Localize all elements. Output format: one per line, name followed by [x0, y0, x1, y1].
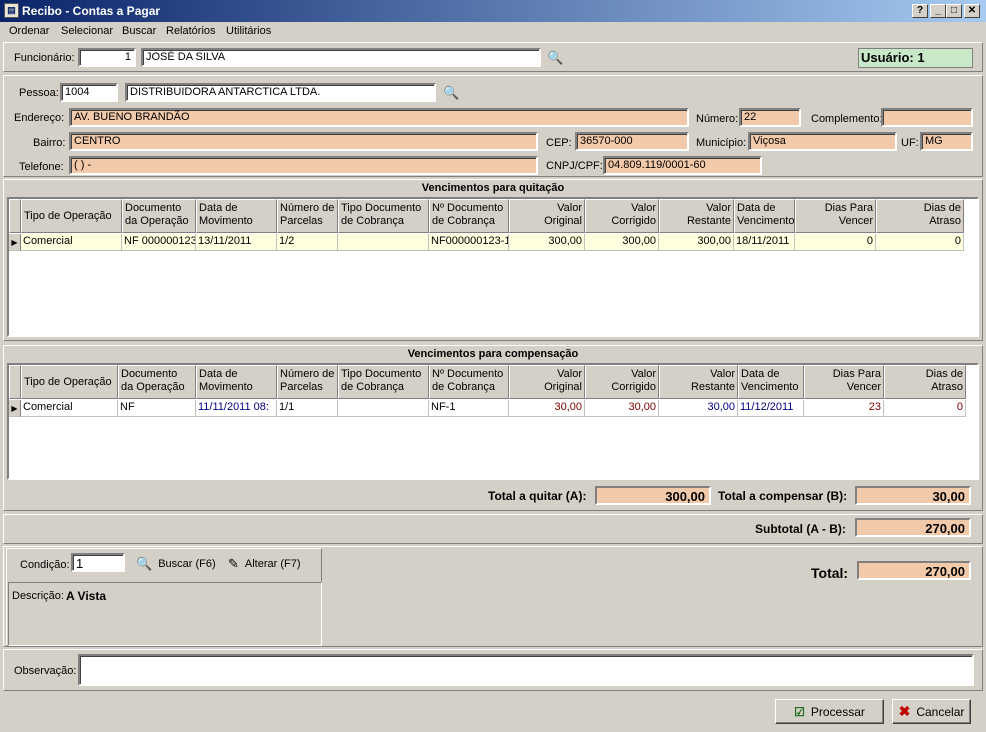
- edit-icon: ✎: [228, 556, 239, 571]
- subtotal-field: 270,00: [855, 518, 971, 537]
- col-valor-original[interactable]: Valor Original: [509, 365, 585, 399]
- observacao-label: Observação:: [14, 665, 77, 677]
- total-label: Total:: [811, 565, 849, 581]
- checklist-icon: ☑: [794, 704, 805, 719]
- quitacao-title: Vencimentos para quitação: [421, 182, 565, 194]
- cnpj-field: 04.809.119/0001-60: [603, 156, 762, 175]
- row-indicator-icon: ▶: [9, 400, 21, 417]
- col-tipo-operacao[interactable]: Tipo de Operação: [21, 199, 122, 233]
- col-tipo-documento[interactable]: Tipo Documento de Cobrança: [338, 365, 429, 399]
- col-tipo-documento[interactable]: Tipo Documento de Cobrança: [338, 199, 429, 233]
- col-valor-corrigido[interactable]: Valor Corrigido: [585, 365, 659, 399]
- col-valor-restante[interactable]: Valor Restante: [659, 365, 738, 399]
- col-dias-vencer[interactable]: Dias Para Vencer: [804, 365, 884, 399]
- menu-relatorios[interactable]: Relatórios: [166, 25, 216, 37]
- pessoa-label: Pessoa:: [19, 87, 59, 99]
- endereco-label: Endereço:: [14, 112, 65, 124]
- col-numero-parcelas[interactable]: Número de Parcelas: [277, 365, 338, 399]
- total-compensar-label: Total a compensar (B):: [718, 489, 848, 503]
- funcionario-label: Funcionário:: [14, 52, 75, 64]
- table-row[interactable]: ▶ Comercial NF 000000123 13/11/2011 1/2 …: [9, 234, 964, 251]
- alterar-button[interactable]: ✎ Alterar (F7): [228, 556, 301, 572]
- municipio-field: Viçosa: [748, 132, 897, 151]
- numero-field: 22: [739, 108, 801, 127]
- cnpj-label: CNPJ/CPF:: [546, 160, 603, 172]
- uf-label: UF:: [901, 137, 919, 149]
- table-row[interactable]: ▶ Comercial NF 11/11/2011 08: 1/1 NF-1 3…: [9, 400, 966, 417]
- pessoa-name-field[interactable]: DISTRIBUIDORA ANTARCTICA LTDA.: [125, 83, 436, 102]
- col-data-vencimento[interactable]: Data de Vencimento: [734, 199, 795, 233]
- uf-field: MG: [920, 132, 973, 151]
- receipt-icon: ▤: [4, 3, 19, 18]
- col-numero-documento[interactable]: Nº Documento de Cobrança: [429, 365, 509, 399]
- funcionario-name-field[interactable]: JOSÉ DA SILVA: [141, 48, 541, 67]
- cep-field: 36570-000: [575, 132, 689, 151]
- total-compensar-field: 30,00: [855, 486, 971, 505]
- col-tipo-operacao[interactable]: Tipo de Operação: [21, 365, 118, 399]
- complemento-field: [881, 108, 973, 127]
- minimize-button[interactable]: _: [930, 4, 946, 18]
- telefone-label: Telefone:: [19, 161, 64, 173]
- municipio-label: Município:: [696, 137, 747, 149]
- user-badge: Usuário: 1: [858, 48, 973, 68]
- funcionario-code-field[interactable]: 1: [78, 48, 136, 67]
- binoculars-icon[interactable]: 🔍: [443, 85, 459, 101]
- subtotal-label: Subtotal (A - B):: [755, 522, 846, 536]
- col-numero-documento[interactable]: Nº Documento de Cobrança: [429, 199, 509, 233]
- processar-button[interactable]: ☑ Processar: [775, 699, 884, 724]
- binoculars-icon: 🔍: [136, 556, 153, 571]
- title-bar: ▤ Recibo - Contas a Pagar ? _ □ ✕: [0, 0, 986, 22]
- pessoa-code-field[interactable]: 1004: [60, 83, 118, 102]
- total-quitar-label: Total a quitar (A):: [488, 489, 587, 503]
- close-button[interactable]: ✕: [964, 4, 980, 18]
- col-data-movimento[interactable]: Data de Movimento: [196, 365, 277, 399]
- col-valor-restante[interactable]: Valor Restante: [659, 199, 734, 233]
- buscar-button[interactable]: 🔍 Buscar (F6): [136, 556, 216, 572]
- menu-buscar[interactable]: Buscar: [122, 25, 156, 37]
- col-dias-atraso[interactable]: Dias de Atraso: [876, 199, 964, 233]
- condicao-field[interactable]: 1: [71, 553, 125, 572]
- col-data-vencimento[interactable]: Data de Vencimento: [738, 365, 804, 399]
- quitacao-grid: Tipo de Operação Documento da Operação D…: [7, 197, 979, 337]
- quitacao-header: Tipo de Operação Documento da Operação D…: [9, 199, 964, 233]
- compensacao-grid: Tipo de Operação Documento da Operação D…: [7, 363, 979, 480]
- col-valor-corrigido[interactable]: Valor Corrigido: [585, 199, 659, 233]
- binoculars-icon[interactable]: 🔍: [547, 50, 563, 66]
- numero-label: Número:: [696, 113, 739, 125]
- bairro-label: Bairro:: [33, 137, 66, 149]
- col-valor-original[interactable]: Valor Original: [509, 199, 585, 233]
- col-dias-vencer[interactable]: Dias Para Vencer: [795, 199, 876, 233]
- cep-label: CEP:: [546, 137, 572, 149]
- col-dias-atraso[interactable]: Dias de Atraso: [884, 365, 966, 399]
- total-field: 270,00: [857, 561, 971, 580]
- menu-utilitarios[interactable]: Utilitários: [226, 25, 271, 37]
- compensacao-header: Tipo de Operação Documento da Operação D…: [9, 365, 966, 399]
- col-numero-parcelas[interactable]: Número de Parcelas: [277, 199, 338, 233]
- descricao-label: Descrição:: [12, 590, 64, 602]
- maximize-button[interactable]: □: [946, 4, 962, 18]
- col-documento-operacao[interactable]: Documento da Operação: [122, 199, 196, 233]
- telefone-field: ( ) -: [69, 156, 538, 175]
- total-quitar-field: 300,00: [595, 486, 711, 505]
- descricao-value: A Vista: [66, 589, 107, 603]
- close-icon: ✖: [898, 703, 911, 719]
- menu-bar: Ordenar Selecionar Buscar Relatórios Uti…: [0, 22, 986, 42]
- menu-selecionar[interactable]: Selecionar: [61, 25, 113, 37]
- endereco-field: AV. BUENO BRANDÃO: [69, 108, 689, 127]
- col-data-movimento[interactable]: Data de Movimento: [196, 199, 277, 233]
- complemento-label: Complemento:: [811, 113, 883, 125]
- row-indicator-icon: ▶: [9, 234, 21, 251]
- bairro-field: CENTRO: [69, 132, 538, 151]
- compensacao-title: Vencimentos para compensação: [407, 348, 579, 360]
- col-documento-operacao[interactable]: Documento da Operação: [118, 365, 196, 399]
- menu-ordenar[interactable]: Ordenar: [9, 25, 49, 37]
- cancelar-button[interactable]: ✖ Cancelar: [892, 699, 971, 724]
- observacao-field[interactable]: [78, 654, 974, 686]
- condicao-label: Condição:: [20, 559, 70, 571]
- window-title: Recibo - Contas a Pagar: [22, 4, 161, 18]
- help-button[interactable]: ?: [912, 4, 928, 18]
